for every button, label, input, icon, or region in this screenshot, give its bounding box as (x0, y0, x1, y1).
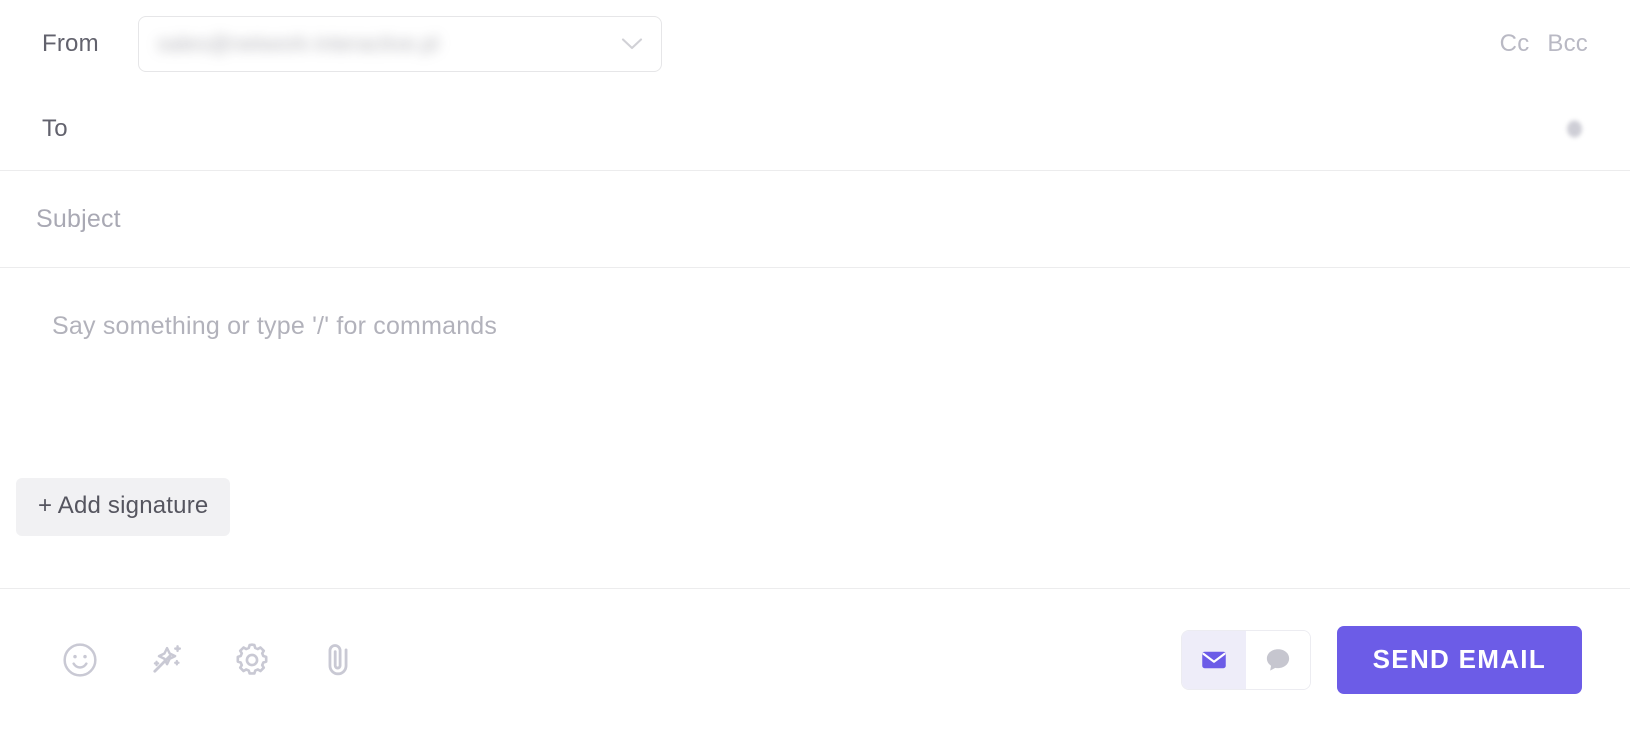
from-row: From sales@network-interactive.pl Cc Bcc (0, 0, 1630, 88)
to-row: To (0, 88, 1630, 170)
to-input[interactable] (138, 88, 1590, 170)
paperclip-icon[interactable] (316, 638, 360, 682)
send-mode-toggle (1180, 629, 1311, 690)
bcc-link[interactable]: Bcc (1547, 30, 1588, 58)
recipient-header: From sales@network-interactive.pl Cc Bcc… (0, 0, 1630, 171)
send-email-button[interactable]: SEND EMAIL (1336, 625, 1582, 694)
message-body[interactable]: Say something or type '/' for commands +… (0, 268, 1630, 588)
composer-toolbar: SEND EMAIL (0, 588, 1630, 730)
body-placeholder: Say something or type '/' for commands (52, 312, 498, 340)
contact-dot-icon (1567, 120, 1582, 138)
emoji-icon[interactable] (58, 638, 102, 682)
from-label: From (42, 30, 99, 57)
chat-bubble-icon (1263, 645, 1293, 675)
chat-mode-button[interactable] (1245, 630, 1310, 689)
gear-icon[interactable] (230, 638, 274, 682)
from-select[interactable]: sales@network-interactive.pl (138, 16, 662, 72)
cc-link[interactable]: Cc (1500, 30, 1530, 58)
to-label: To (42, 115, 68, 142)
add-signature-button[interactable]: + Add signature (16, 478, 231, 536)
from-value: sales@network-interactive.pl (157, 31, 439, 56)
email-composer: From sales@network-interactive.pl Cc Bcc… (0, 0, 1630, 730)
envelope-icon (1199, 645, 1229, 675)
cc-bcc-group: Cc Bcc (1500, 30, 1588, 58)
chevron-down-icon (621, 37, 643, 51)
magic-wand-icon[interactable] (144, 638, 188, 682)
toolbar-icon-group (58, 638, 360, 682)
email-mode-button[interactable] (1181, 630, 1246, 689)
send-controls: SEND EMAIL (1180, 625, 1582, 694)
signature-area: + Add signature (16, 478, 1588, 536)
subject-input-placeholder: Subject (36, 204, 121, 233)
subject-row[interactable]: Subject (0, 171, 1630, 268)
